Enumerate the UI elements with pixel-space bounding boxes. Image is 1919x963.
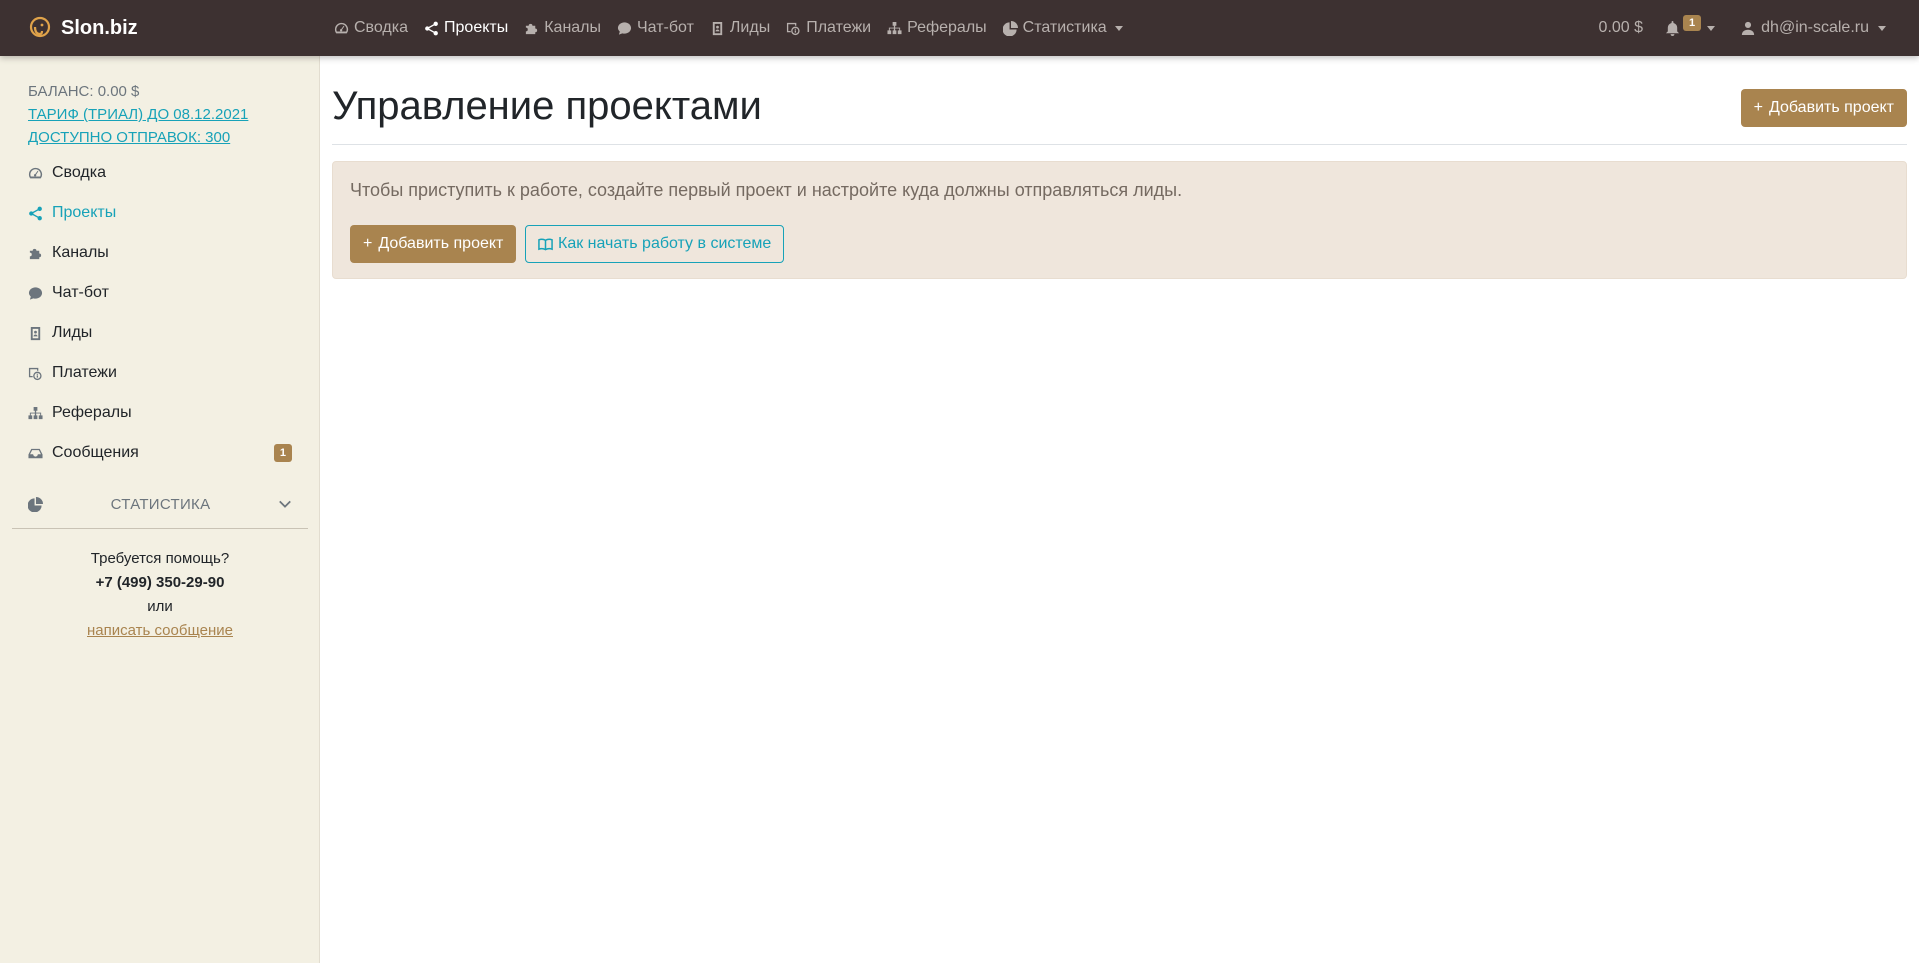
nav-item-label: Чат-бот [637, 19, 694, 36]
sidebar-menu: Сводка Проекты Каналы Чат-бот Лиды Плате… [28, 153, 292, 473]
nav-item-channels[interactable]: Каналы [524, 19, 601, 37]
chat-icon [617, 21, 632, 35]
contact-book-icon [30, 326, 41, 340]
caret-down-icon [1114, 25, 1123, 31]
book-icon [538, 237, 553, 251]
nav-item-label: Проекты [444, 19, 509, 36]
top-navbar: Slon.biz Сводка Проекты Каналы Чат-бот Л… [0, 0, 1919, 56]
sitemap-icon [887, 21, 902, 34]
sidebar-item-summary[interactable]: Сводка [28, 153, 292, 193]
button-label: Добавить проект [378, 235, 504, 252]
nav-item-label: Лиды [729, 19, 771, 36]
notifications-dropdown[interactable]: 1 [1665, 15, 1716, 36]
share-icon [425, 21, 438, 35]
empty-state-alert: Чтобы приступить к работе, создайте перв… [332, 161, 1907, 279]
contact-book-icon [712, 21, 723, 35]
gauge-icon [28, 167, 43, 178]
sidebar-item-leads[interactable]: Лиды [28, 313, 292, 353]
user-email: dh@in-scale.ru [1761, 19, 1869, 36]
puzzle-icon [29, 248, 42, 259]
sends-available-link[interactable]: ДОСТУПНО ОТПРАВОК: 300 [28, 126, 248, 149]
add-project-button-header[interactable]: + Добавить проект [1740, 89, 1907, 127]
inbox-icon [28, 448, 43, 458]
nav-item-payments[interactable]: Платежи [786, 19, 871, 37]
payment-icon [28, 367, 42, 380]
alert-message: Чтобы приступить к работе, создайте перв… [350, 180, 1183, 200]
main-content: Управление проектами + Добавить проект Ч… [320, 56, 1919, 963]
plus-icon: + [363, 235, 373, 252]
navbar-right: 0.00 $ 1 dh@in-scale.ru [1599, 0, 1919, 56]
sidebar-item-label: Сводка [52, 164, 107, 181]
sidebar-item-payments[interactable]: Платежи [28, 353, 292, 393]
elephant-icon [29, 16, 51, 38]
sitemap-icon [28, 406, 43, 419]
share-icon [29, 206, 42, 220]
caret-down-icon [1878, 25, 1886, 31]
sidebar-item-label: Рефералы [52, 404, 132, 421]
sidebar-item-label: Проекты [52, 204, 117, 221]
nav-item-label: Сводка [354, 19, 409, 36]
user-menu[interactable]: dh@in-scale.ru [1741, 19, 1886, 37]
puzzle-icon [526, 23, 538, 34]
how-to-start-button[interactable]: Как начать работу в системе [525, 225, 785, 263]
notifications-badge: 1 [1683, 15, 1702, 31]
caret-down-icon [1707, 25, 1716, 31]
help-block: Требуется помощь? +7 (499) 350-29-90 или… [0, 547, 320, 643]
sidebar-item-chatbot[interactable]: Чат-бот [28, 273, 292, 313]
button-label: Добавить проект [1768, 99, 1894, 116]
sidebar-divider [12, 528, 308, 529]
nav-item-leads[interactable]: Лиды [710, 19, 770, 37]
help-title: Требуется помощь? [90, 550, 230, 567]
write-message-link[interactable]: написать сообщение [87, 622, 233, 639]
plus-icon: + [1753, 99, 1763, 116]
nav-item-label: Статистика [1022, 19, 1107, 36]
chat-icon [28, 286, 43, 300]
page-title: Управление проектами [332, 84, 762, 128]
gauge-icon [334, 22, 349, 33]
sidebar-item-messages[interactable]: Сообщения 1 [28, 433, 292, 473]
sidebar-item-label: Платежи [52, 364, 117, 381]
account-info: БАЛАНС: 0.00 $ ТАРИФ (ТРИАЛ) ДО 08.12.20… [28, 80, 248, 149]
help-or: или [147, 598, 173, 615]
brand-name: Slon.biz [61, 16, 138, 39]
main-nav: Сводка Проекты Каналы Чат-бот Лиды Плате… [334, 0, 1139, 56]
messages-badge: 1 [273, 444, 292, 462]
sidebar-item-channels[interactable]: Каналы [28, 233, 292, 273]
nav-item-label: Каналы [544, 19, 602, 36]
nav-item-projects[interactable]: Проекты [424, 19, 508, 37]
sidebar-item-projects[interactable]: Проекты [28, 193, 292, 233]
nav-item-label: Рефералы [907, 19, 987, 36]
add-project-button[interactable]: + Добавить проект [350, 225, 517, 263]
bell-icon [1665, 20, 1680, 36]
sidebar-balance: БАЛАНС: 0.00 $ [28, 83, 140, 100]
nav-item-statistics[interactable]: Статистика [1002, 19, 1123, 37]
nav-item-summary[interactable]: Сводка [334, 19, 408, 37]
payment-icon [787, 22, 800, 35]
sidebar: БАЛАНС: 0.00 $ ТАРИФ (ТРИАЛ) ДО 08.12.20… [0, 56, 320, 963]
sidebar-item-label: Каналы [52, 244, 109, 261]
statistics-section-toggle[interactable]: Статистика [28, 486, 292, 522]
sidebar-item-referrals[interactable]: Рефералы [28, 393, 292, 433]
nav-item-label: Платежи [806, 19, 872, 36]
title-divider [332, 144, 1907, 145]
nav-balance: 0.00 $ [1598, 19, 1644, 36]
sidebar-item-label: Чат-бот [52, 284, 109, 301]
button-label: Как начать работу в системе [558, 235, 772, 252]
pie-chart-icon [28, 496, 43, 512]
sidebar-item-label: Лиды [52, 324, 93, 341]
help-phone: +7 (499) 350-29-90 [95, 574, 225, 591]
tariff-link[interactable]: ТАРИФ (ТРИАЛ) ДО 08.12.2021 [28, 103, 248, 126]
user-icon [1742, 21, 1755, 35]
brand-logo[interactable]: Slon.biz [27, 0, 138, 56]
statistics-label: Статистика [110, 495, 211, 513]
pie-chart-icon [1002, 20, 1018, 36]
nav-item-referrals[interactable]: Рефералы [887, 19, 987, 37]
nav-item-chatbot[interactable]: Чат-бот [617, 19, 694, 37]
sidebar-item-label: Сообщения [52, 444, 139, 461]
chevron-down-icon [279, 500, 291, 508]
